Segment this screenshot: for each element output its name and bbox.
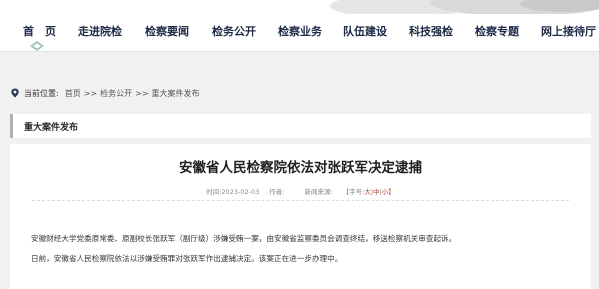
nav-item-news[interactable]: 检察要闻 xyxy=(145,23,189,39)
breadcrumb: 当前位置: 首页 >> 检务公开 >> 重大案件发布 xyxy=(10,86,200,100)
article-paragraph: 日前，安徽省人民检察院依法以涉嫌受贿罪对张跃军作出逮捕决定。该案正在进一步办理中… xyxy=(31,254,343,263)
meta-divider xyxy=(32,200,569,201)
breadcrumb-disclosure-link[interactable]: 检务公开 xyxy=(100,88,132,99)
breadcrumb-current-link[interactable]: 重大案件发布 xyxy=(152,88,200,99)
home-active-indicator-icon xyxy=(30,41,44,51)
source-label: 新闻来源: xyxy=(304,188,333,196)
font-size-small-link[interactable]: 小】 xyxy=(382,188,395,196)
main-nav: 首 页 走进院检 检察要闻 检务公开 检察业务 队伍建设 科技强检 检察专题 网… xyxy=(0,14,599,52)
article-panel: 安徽省人民检察院依法对张跃军决定逮捕 时间:2023-02-03 作者: 新闻来源:… xyxy=(10,144,591,289)
nav-item-home[interactable]: 首 页 xyxy=(23,23,56,39)
breadcrumb-home-link[interactable]: 首页 xyxy=(65,88,81,99)
nav-item-reception[interactable]: 网上接待厅 xyxy=(541,23,596,39)
category-header: 重大案件发布 xyxy=(10,114,591,138)
header-banner xyxy=(0,0,599,14)
nav-item-disclosure[interactable]: 检务公开 xyxy=(212,23,256,39)
nav-item-technology[interactable]: 科技强检 xyxy=(409,23,453,39)
breadcrumb-separator: >> xyxy=(135,88,149,98)
article-meta: 时间:2023-02-03 作者: 新闻来源: 【字号:大|中|小】 xyxy=(10,186,591,196)
category-title: 重大案件发布 xyxy=(24,123,79,133)
nav-item-about[interactable]: 走进院检 xyxy=(78,23,122,39)
breadcrumb-separator: >> xyxy=(83,88,98,98)
author-label: 作者: xyxy=(269,188,285,196)
breadcrumb-label: 当前位置: xyxy=(24,88,59,98)
publish-date: 2023-02-03 xyxy=(221,188,260,196)
nav-item-team[interactable]: 队伍建设 xyxy=(343,23,387,39)
time-label: 时间: xyxy=(206,188,222,196)
font-size-label: 【字号: xyxy=(342,188,365,196)
article-paragraph: 安徽财经大学党委原常委、原副校长张跃军（副厅级）涉嫌受贿一案，由安徽省监察委员会… xyxy=(31,234,457,243)
article-title: 安徽省人民检察院依法对张跃军决定逮捕 xyxy=(179,160,422,176)
nav-item-topics[interactable]: 检察专题 xyxy=(475,23,519,39)
nav-item-business[interactable]: 检察业务 xyxy=(278,23,322,39)
location-pin-icon xyxy=(11,88,19,98)
